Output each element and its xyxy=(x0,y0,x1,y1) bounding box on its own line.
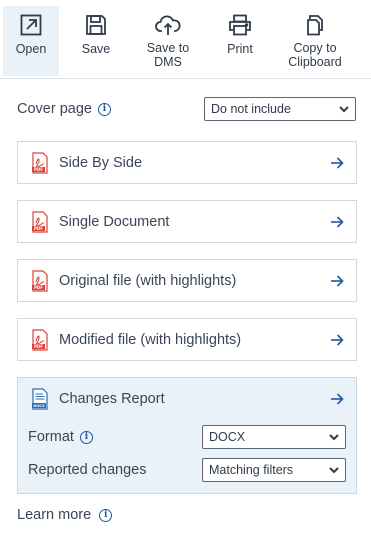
changes-report-option[interactable]: DOCX Changes Report xyxy=(18,378,356,420)
learn-more-link[interactable]: Learn more i xyxy=(17,507,113,523)
svg-text:PDF: PDF xyxy=(34,285,43,290)
changes-report-label: Changes Report xyxy=(59,391,165,407)
save-label: Save xyxy=(81,42,111,56)
svg-text:PDF: PDF xyxy=(34,226,43,231)
open-label: Open xyxy=(15,42,47,56)
original-file-option[interactable]: PDF Original file (with highlights) xyxy=(17,259,357,302)
card-label: Original file (with highlights) xyxy=(59,272,237,289)
svg-text:DOCX: DOCX xyxy=(33,404,45,408)
save-button[interactable]: Save xyxy=(67,6,125,76)
single-document-option[interactable]: PDF Single Document xyxy=(17,200,357,243)
format-label: Format xyxy=(28,429,74,445)
cover-page-label: Cover page xyxy=(17,101,92,117)
print-label: Print xyxy=(227,42,253,56)
printer-icon xyxy=(228,6,252,36)
reported-changes-row: Reported changes xyxy=(28,462,147,478)
open-button[interactable]: Open xyxy=(3,6,59,76)
pdf-file-icon: PDF xyxy=(32,269,48,292)
card-label: Modified file (with highlights) xyxy=(59,331,242,348)
export-toolbar: Open Save Save to DMS Print Copy to Clip… xyxy=(0,0,371,78)
save-to-dms-label: Save to DMS xyxy=(146,41,190,69)
format-select[interactable]: DOCX xyxy=(202,425,346,449)
format-row: Format i xyxy=(28,429,93,445)
save-to-dms-button[interactable]: Save to DMS xyxy=(133,6,203,76)
svg-text:PDF: PDF xyxy=(34,344,43,349)
pdf-file-icon: PDF xyxy=(32,151,48,174)
export-options-panel: Cover page i Do not include PDF Side By … xyxy=(0,78,371,543)
changes-report-section: DOCX Changes Report Format i DOCX Report… xyxy=(17,377,357,494)
arrow-right-icon xyxy=(331,156,344,169)
reported-changes-select[interactable]: Matching filters xyxy=(202,458,346,482)
svg-text:PDF: PDF xyxy=(34,167,43,172)
card-label: Side By Side xyxy=(59,154,143,171)
open-external-icon xyxy=(20,6,42,36)
side-by-side-option[interactable]: PDF Side By Side xyxy=(17,141,357,184)
arrow-right-icon xyxy=(331,215,344,228)
arrow-right-icon xyxy=(331,274,344,287)
docx-file-icon: DOCX xyxy=(32,388,48,410)
reported-changes-select-wrap: Matching filters xyxy=(202,458,346,482)
cover-page-select[interactable]: Do not include xyxy=(204,97,356,121)
info-icon: i xyxy=(99,508,113,522)
cover-page-select-wrap: Do not include xyxy=(204,97,356,121)
arrow-right-icon xyxy=(331,393,344,405)
pdf-file-icon: PDF xyxy=(32,328,48,351)
format-select-wrap: DOCX xyxy=(202,425,346,449)
copy-to-clipboard-label: Copy to Clipboard xyxy=(288,41,342,69)
arrow-right-icon xyxy=(331,333,344,346)
info-icon[interactable]: i xyxy=(97,102,111,116)
modified-file-option[interactable]: PDF Modified file (with highlights) xyxy=(17,318,357,361)
floppy-disk-icon xyxy=(85,6,107,36)
print-button[interactable]: Print xyxy=(211,6,269,76)
card-label: Single Document xyxy=(59,213,170,230)
pdf-file-icon: PDF xyxy=(32,210,48,233)
reported-changes-label: Reported changes xyxy=(28,462,147,478)
info-icon[interactable]: i xyxy=(79,430,93,444)
learn-more-label: Learn more xyxy=(17,507,92,523)
copy-icon xyxy=(305,6,325,36)
cloud-upload-icon xyxy=(155,6,181,36)
copy-to-clipboard-button[interactable]: Copy to Clipboard xyxy=(277,6,353,76)
